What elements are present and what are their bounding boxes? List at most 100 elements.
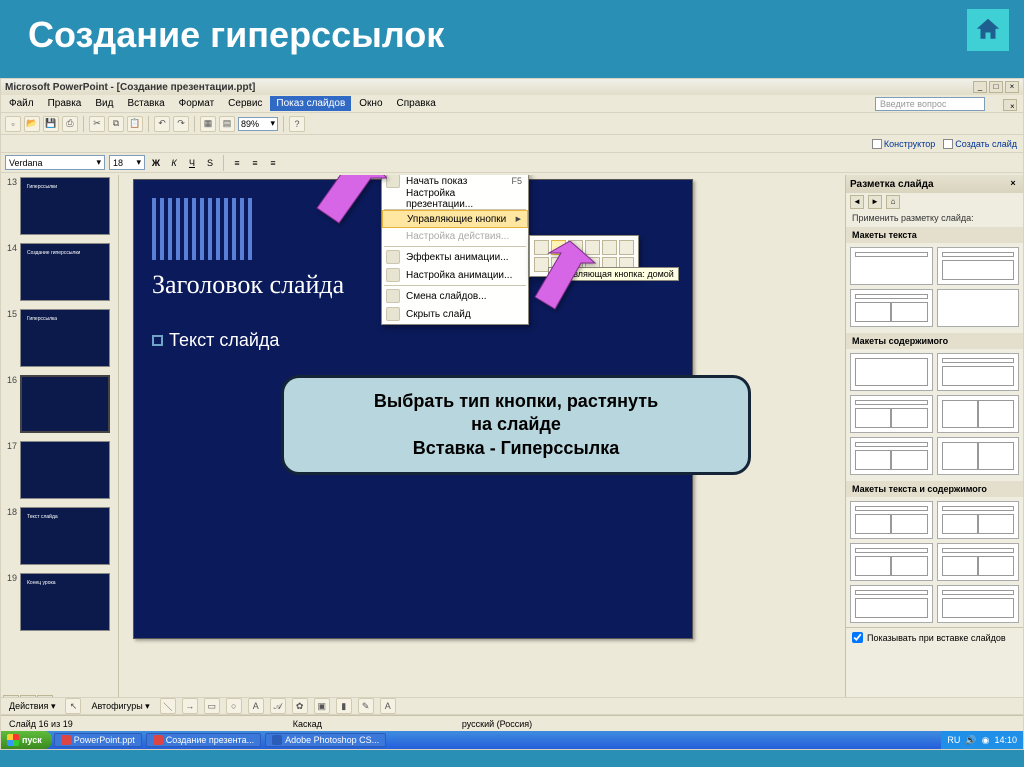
zoom-combo[interactable]: 89%▾ [238, 117, 278, 131]
font-combo[interactable]: Verdana▾ [5, 155, 105, 170]
menu-item-setup-show[interactable]: Настройка презентации... [382, 190, 528, 208]
slide-title-placeholder[interactable]: Заголовок слайда [152, 270, 344, 300]
layout-tc-2[interactable] [937, 501, 1020, 539]
layout-content-2[interactable] [937, 353, 1020, 391]
bold-button[interactable]: Ж [149, 156, 163, 170]
wordart-icon[interactable]: 𝒜 [270, 698, 286, 714]
thumb-slide[interactable]: Создание гиперссылки [20, 243, 110, 301]
menu-insert[interactable]: Вставка [121, 96, 170, 111]
layout-content-4[interactable] [937, 395, 1020, 433]
undo-icon[interactable]: ↶ [154, 116, 170, 132]
fontcolor-icon[interactable]: A [380, 698, 396, 714]
paste-icon[interactable]: 📋 [127, 116, 143, 132]
layout-content-6[interactable] [937, 437, 1020, 475]
layout-tc-5[interactable] [850, 585, 933, 623]
taskpane-show-on-insert-checkbox[interactable]: Показывать при вставке слайдов [846, 627, 1023, 647]
layout-blank[interactable] [937, 289, 1020, 327]
presentation-title: Создание гиперссылок [0, 0, 1024, 64]
menu-edit[interactable]: Правка [42, 96, 88, 111]
system-tray[interactable]: RU 🔊 ◉ 14:10 [941, 731, 1023, 749]
thumb-slide[interactable]: Гиперссылка [20, 309, 110, 367]
rect-icon[interactable]: ▭ [204, 698, 220, 714]
align-left-button[interactable]: ≡ [230, 156, 244, 170]
copy-icon[interactable]: ⧉ [108, 116, 124, 132]
picture-icon[interactable]: ▣ [314, 698, 330, 714]
align-right-button[interactable]: ≡ [266, 156, 280, 170]
help-icon[interactable]: ? [289, 116, 305, 132]
ask-question-input[interactable]: Введите вопрос [875, 97, 985, 111]
action-button-forward[interactable] [619, 240, 634, 255]
fillcolor-icon[interactable]: ▮ [336, 698, 352, 714]
save-icon[interactable]: 💾 [43, 116, 59, 132]
new-icon[interactable]: ▫ [5, 116, 21, 132]
layout-tc-6[interactable] [937, 585, 1020, 623]
thumb-slide[interactable]: Гиперссылки [20, 177, 110, 235]
arrow-icon[interactable]: → [182, 698, 198, 714]
open-icon[interactable]: 📂 [24, 116, 40, 132]
thumb-slide[interactable]: Текст слайда [20, 507, 110, 565]
cut-icon[interactable]: ✂ [89, 116, 105, 132]
menu-help[interactable]: Справка [391, 96, 442, 111]
design-constructor-button[interactable]: Конструктор [872, 139, 935, 149]
autoshapes-menu[interactable]: Автофигуры ▾ [87, 701, 153, 712]
thumb-slide[interactable] [20, 441, 110, 499]
layout-tc-3[interactable] [850, 543, 933, 581]
minimize-button[interactable]: _ [973, 81, 987, 93]
menu-item-custom-animation[interactable]: Настройка анимации... [382, 266, 528, 284]
menu-item-hide-slide[interactable]: Скрыть слайд [382, 305, 528, 323]
italic-button[interactable]: К [167, 156, 181, 170]
redo-icon[interactable]: ↷ [173, 116, 189, 132]
new-slide-button[interactable]: Создать слайд [943, 139, 1017, 149]
print-icon[interactable]: ⎙ [62, 116, 78, 132]
line-icon[interactable]: ＼ [160, 698, 176, 714]
maximize-button[interactable]: □ [989, 81, 1003, 93]
menu-format[interactable]: Формат [173, 96, 221, 111]
draw-actions-menu[interactable]: Действия ▾ [5, 701, 59, 712]
chart-icon[interactable]: ▦ [200, 116, 216, 132]
font-size-combo[interactable]: 18▾ [109, 155, 145, 170]
close-button[interactable]: × [1005, 81, 1019, 93]
taskbar-item[interactable]: Создание презента... [146, 733, 261, 747]
document-close-button[interactable]: × [1003, 99, 1017, 111]
layout-two-content[interactable] [850, 289, 933, 327]
menu-view[interactable]: Вид [89, 96, 119, 111]
underline-button[interactable]: Ч [185, 156, 199, 170]
layout-content-5[interactable] [850, 437, 933, 475]
taskpane-forward-button[interactable]: ► [868, 195, 882, 209]
tray-volume-icon[interactable]: 🔊 [965, 735, 976, 746]
layout-title-content[interactable] [937, 247, 1020, 285]
slide-thumbnails-pane[interactable]: 13Гиперссылки 14Создание гиперссылки 15Г… [1, 175, 119, 707]
layout-content-3[interactable] [850, 395, 933, 433]
menu-file[interactable]: Файл [3, 96, 40, 111]
align-center-button[interactable]: ≡ [248, 156, 262, 170]
home-button[interactable] [966, 8, 1010, 52]
thumb-slide-current[interactable] [20, 375, 110, 433]
select-icon[interactable]: ↖ [65, 698, 81, 714]
taskpane-back-button[interactable]: ◄ [850, 195, 864, 209]
layout-content[interactable] [850, 353, 933, 391]
oval-icon[interactable]: ○ [226, 698, 242, 714]
table-icon[interactable]: ▤ [219, 116, 235, 132]
tray-network-icon[interactable]: ◉ [982, 735, 990, 746]
linecolor-icon[interactable]: ✎ [358, 698, 374, 714]
taskbar-item[interactable]: Adobe Photoshop CS... [265, 733, 386, 747]
shadow-button[interactable]: S [203, 156, 217, 170]
menu-item-action-buttons[interactable]: Управляющие кнопки [382, 210, 528, 228]
menu-window[interactable]: Окно [353, 96, 388, 111]
layout-tc-4[interactable] [937, 543, 1020, 581]
textbox-icon[interactable]: A [248, 698, 264, 714]
layout-tc-1[interactable] [850, 501, 933, 539]
menu-slideshow[interactable]: Показ слайдов [270, 96, 351, 111]
clipart-icon[interactable]: ✿ [292, 698, 308, 714]
thumb-slide[interactable]: Конец урока [20, 573, 110, 631]
tray-lang[interactable]: RU [947, 735, 960, 745]
menu-item-slide-transition[interactable]: Смена слайдов... [382, 287, 528, 305]
taskbar-item[interactable]: PowerPoint.ppt [54, 733, 142, 747]
start-button[interactable]: пуск [1, 731, 52, 749]
menu-tools[interactable]: Сервис [222, 96, 268, 111]
taskpane-close-button[interactable]: × [1007, 178, 1019, 190]
taskpane-home-button[interactable]: ⌂ [886, 195, 900, 209]
layout-title-only[interactable] [850, 247, 933, 285]
checkbox[interactable] [852, 632, 863, 643]
menu-item-animation-effects[interactable]: Эффекты анимации... [382, 248, 528, 266]
